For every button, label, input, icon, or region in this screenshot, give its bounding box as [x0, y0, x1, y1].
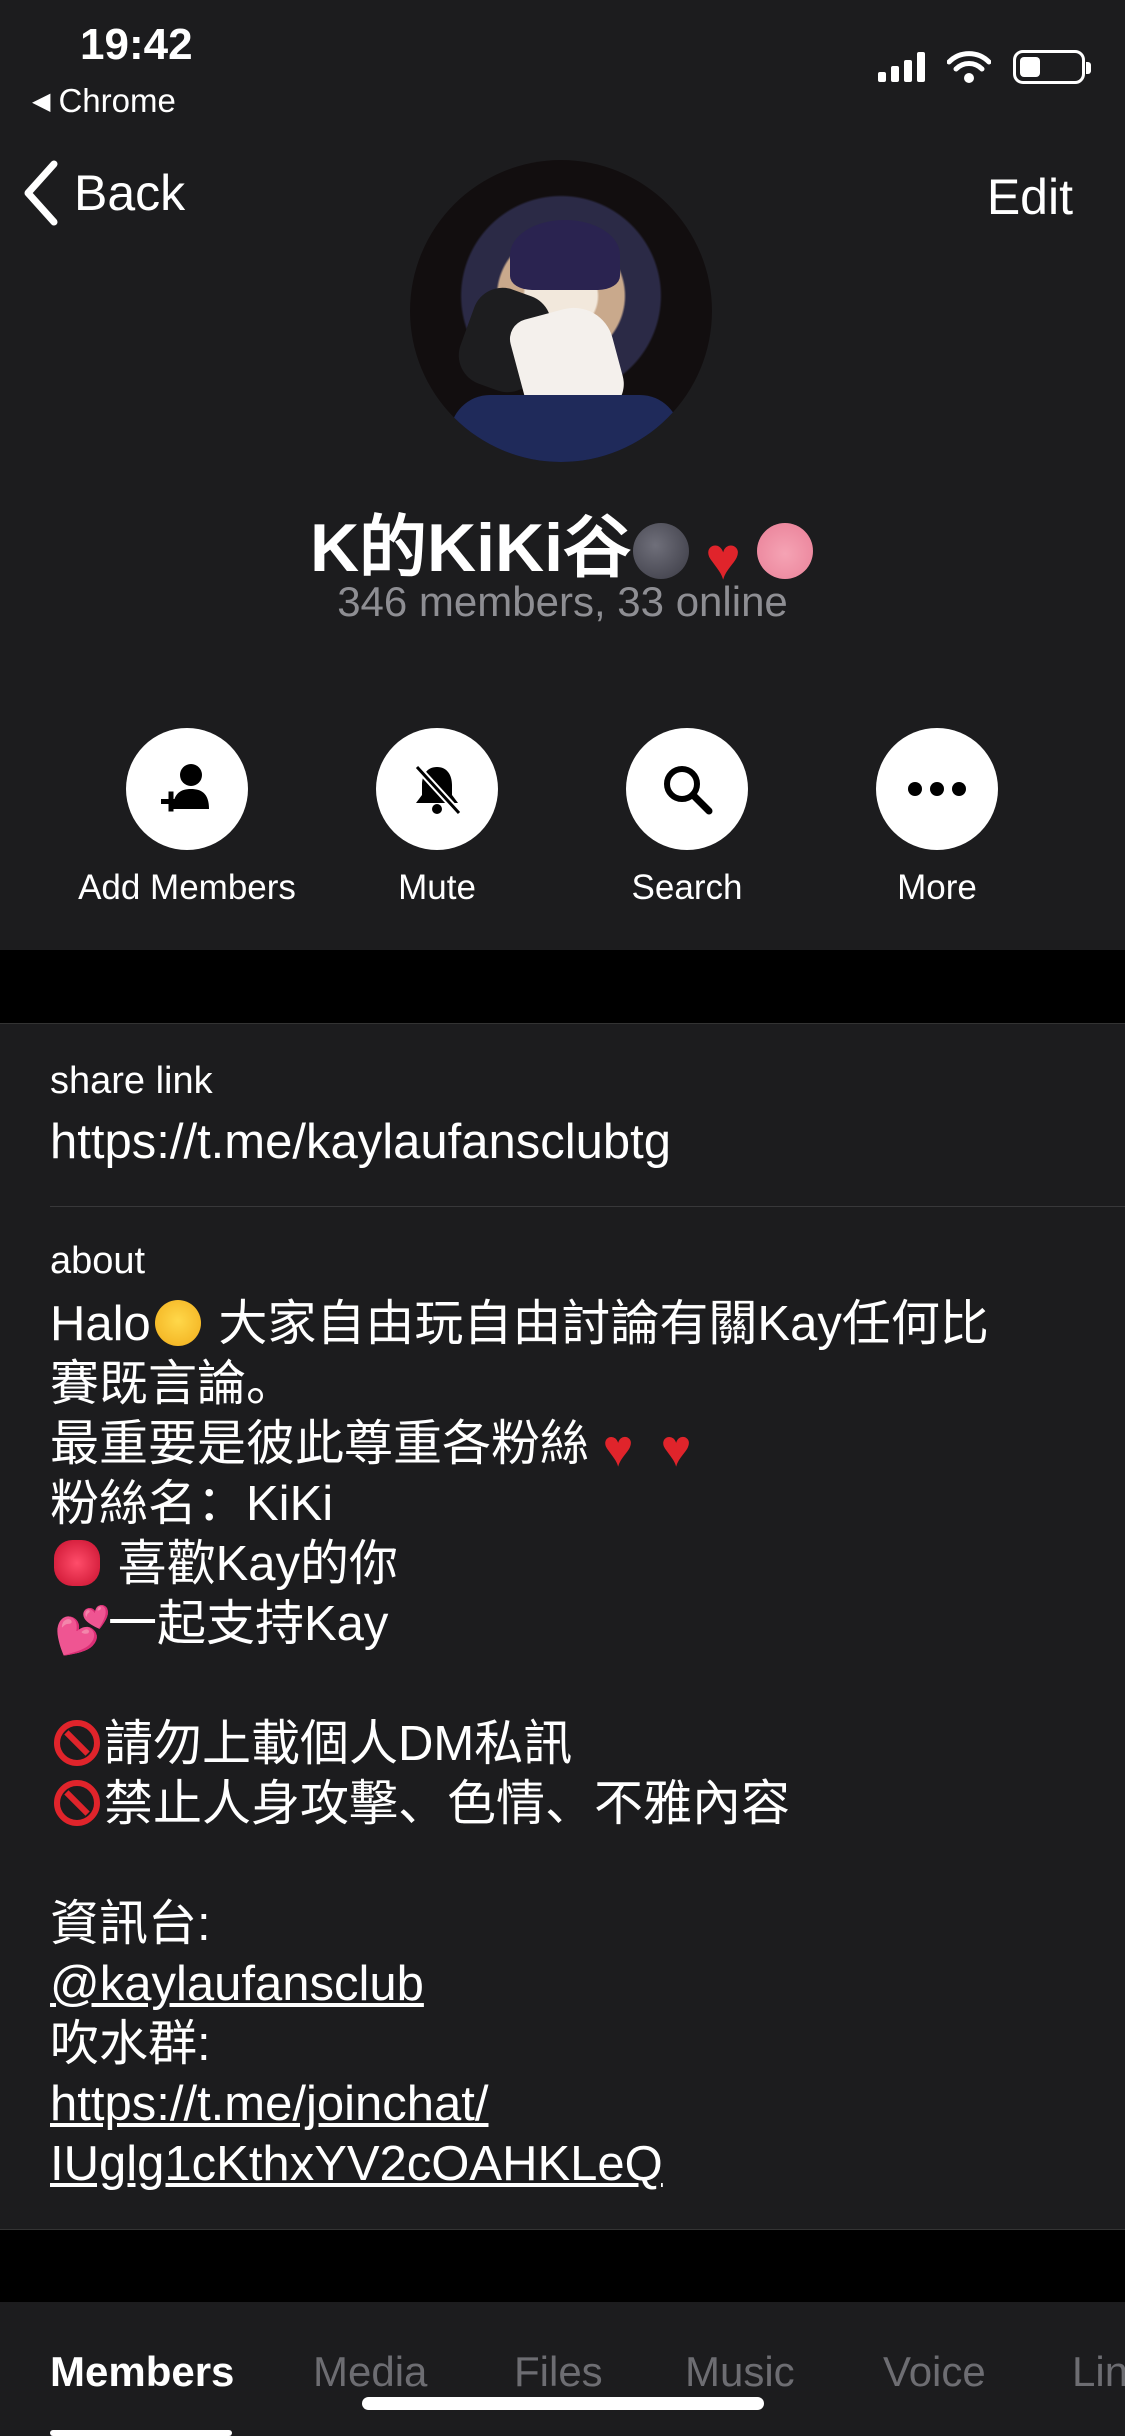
tab-files[interactable]: Files [514, 2348, 603, 2396]
tab-links[interactable]: Lin [1072, 2348, 1125, 2396]
tab-members[interactable]: Members [50, 2348, 234, 2396]
add-members-button[interactable]: Add Members [62, 728, 312, 908]
about-line: 粉絲名：KiKi [50, 1477, 334, 1531]
about-line: 賽既言論。 [50, 1357, 296, 1411]
active-tab-indicator [50, 2430, 232, 2436]
member-count: 346 members, 33 online [337, 578, 788, 625]
red-heart-icon: ♥ [660, 1420, 692, 1478]
about-text: Halo 大家自由玩自由討論有關Kay任何比 賽既言論。 最重要是彼此尊重各粉絲… [50, 1294, 1090, 2194]
wifi-icon [947, 51, 991, 83]
back-button[interactable]: Back [20, 160, 185, 226]
action-label: More [897, 868, 977, 907]
about-label: about [50, 1240, 146, 1282]
battery-icon [1013, 50, 1091, 84]
add-member-icon [161, 764, 209, 812]
back-label: Back [74, 165, 186, 221]
status-time: 19:42 [80, 20, 193, 69]
profile-header: 19:42 ◀ Chrome Back Edit K的KiKi谷 ♥ 346 me… [0, 0, 1125, 950]
about-line: 禁止人身攻擊、色情、不雅內容 [50, 1774, 1090, 1834]
action-label: Search [631, 868, 743, 907]
more-button[interactable]: More [812, 728, 1062, 908]
search-button[interactable]: Search [562, 728, 812, 908]
hugging-face-icon [154, 1300, 201, 1346]
bell-slash-icon [414, 764, 462, 816]
ellipsis-icon [908, 782, 966, 796]
group-avatar[interactable] [410, 160, 712, 462]
share-link-value[interactable]: https://t.me/kaylaufansclubtg [50, 1114, 671, 1170]
home-indicator[interactable] [362, 2397, 764, 2410]
pig-nose-icon [757, 523, 814, 579]
action-label: Add Members [78, 868, 296, 907]
search-icon [664, 766, 713, 815]
edit-button[interactable]: Edit [987, 168, 1073, 226]
tab-voice[interactable]: Voice [883, 2348, 986, 2396]
about-line: 資訊台: [50, 1897, 211, 1951]
chevron-left-icon [24, 160, 58, 226]
moon-face-icon [633, 523, 690, 579]
divider [50, 1206, 1125, 1207]
about-line: 請勿上載個人DM私訊 [50, 1714, 1090, 1774]
tab-music[interactable]: Music [685, 2348, 795, 2396]
tab-media[interactable]: Media [313, 2348, 427, 2396]
back-to-app-link[interactable]: ◀ Chrome [32, 82, 176, 120]
group-name: K的KiKi谷 ♥ [0, 492, 1125, 591]
share-link-label: share link [50, 1060, 213, 1102]
back-app-label: Chrome [58, 82, 176, 119]
about-line: 吹水群: [50, 2017, 211, 2071]
about-line: Halo 大家自由玩自由討論有關Kay任何比 [50, 1297, 989, 1351]
about-line: 喜歡Kay的你 [50, 1534, 1090, 1594]
back-triangle-icon: ◀ [32, 87, 51, 115]
group-name-text: K的KiKi谷 [309, 510, 632, 586]
action-label: Mute [398, 868, 476, 907]
no-entry-icon [54, 1780, 100, 1826]
mute-button[interactable]: Mute [312, 728, 562, 908]
no-entry-icon [54, 1720, 100, 1766]
channel-link[interactable]: @kaylaufansclub [50, 1954, 1090, 2014]
join-chat-link-continued[interactable]: IUglg1cKthxYV2cOAHKLeQ [50, 2134, 1090, 2194]
red-heart-icon: ♥ [602, 1420, 634, 1478]
about-line: 💕一起支持Kay [54, 1597, 389, 1656]
group-info-panel: share link https://t.me/kaylaufansclubtg… [0, 1023, 1125, 2230]
two-hearts-icon: 💕 [54, 1604, 112, 1656]
kiss-mark-icon [54, 1540, 100, 1586]
status-icons [878, 50, 1091, 84]
about-line: 最重要是彼此尊重各粉絲 ♥ ♥ [50, 1414, 1090, 1478]
join-chat-link[interactable]: https://t.me/joinchat/ [50, 2074, 1090, 2134]
media-tabs: Members Media Files Music Voice Lin [0, 2302, 1125, 2436]
cellular-signal-icon [878, 52, 925, 82]
